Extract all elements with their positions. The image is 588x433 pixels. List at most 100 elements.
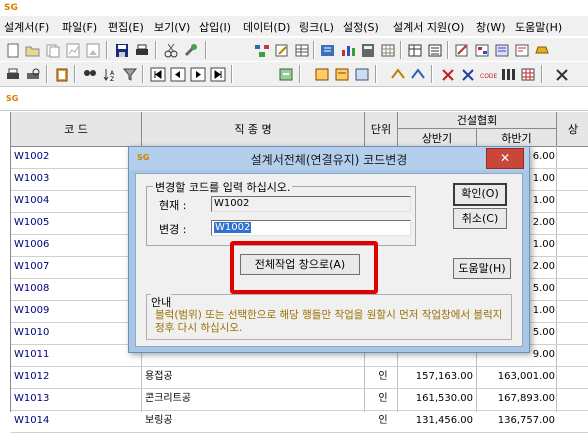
code-cell[interactable]: W1006 (14, 234, 139, 256)
table-icon[interactable] (292, 41, 312, 60)
tools-icon[interactable] (181, 41, 201, 60)
preview-icon[interactable] (23, 65, 43, 84)
printer-icon[interactable] (3, 65, 23, 84)
menu-insert[interactable]: 삽입(I) (199, 19, 231, 35)
second-half-cell[interactable]: 136,757.00 (485, 410, 555, 432)
menu-data[interactable]: 데이터(D) (243, 19, 290, 35)
color-sheet-icon[interactable] (472, 41, 492, 60)
col-header-first-half[interactable]: 상반기 (398, 128, 477, 146)
new-icon[interactable] (3, 41, 23, 60)
table-row[interactable]: W1013 콘크리트공 인 161,530.00 167,893.00 (11, 388, 588, 411)
col-header-extra[interactable]: 상 (557, 112, 588, 146)
code-cell[interactable]: W1005 (14, 212, 139, 234)
code-cell[interactable]: W1013 (14, 388, 139, 410)
dialog-body: 변경할 코드를 입력 하십시오. 현재 : W1002 변경 : W1002 확… (135, 173, 523, 347)
code-cell[interactable]: W1010 (14, 322, 139, 344)
form-icon[interactable] (512, 41, 532, 60)
unit-cell[interactable]: 인 (368, 366, 398, 388)
second-half-cell[interactable]: 167,893.00 (485, 388, 555, 410)
app-logo: SG (4, 3, 18, 13)
menu-help[interactable]: 도움말(H) (515, 19, 562, 35)
report-icon[interactable] (312, 65, 332, 84)
sort-icon[interactable]: AZ (100, 65, 120, 84)
filter-icon[interactable] (120, 65, 140, 84)
first-half-cell[interactable]: 131,456.00 (403, 410, 473, 432)
menu-file[interactable]: 파일(F) (62, 19, 97, 35)
hat-icon[interactable] (532, 41, 552, 60)
code-icon[interactable]: CODE (478, 65, 498, 84)
menu-window[interactable]: 창(W) (476, 19, 506, 35)
dialog-title-bar[interactable]: SG 설계서전체(연결유지) 코드변경 ✕ (129, 147, 529, 170)
link-icon[interactable] (388, 65, 408, 84)
import-icon[interactable] (276, 65, 296, 84)
tool-cross-icon[interactable] (552, 65, 572, 84)
second-half-cell[interactable]: 163,001.00 (485, 366, 555, 388)
code-cell[interactable]: W1012 (14, 366, 139, 388)
code-cell[interactable]: W1011 (14, 344, 139, 366)
chart-doc-icon[interactable] (63, 41, 83, 60)
matrix-icon[interactable] (518, 65, 538, 84)
close-button[interactable]: ✕ (486, 148, 524, 169)
menu-design-support[interactable]: 설계서 지원(O) (393, 19, 464, 35)
data-icon[interactable] (492, 41, 512, 60)
chart-icon[interactable] (338, 41, 358, 60)
edit-sheet-icon[interactable] (272, 41, 292, 60)
code-cell[interactable]: W1002 (14, 146, 139, 168)
calc-icon[interactable] (358, 41, 378, 60)
next-icon[interactable] (188, 65, 208, 84)
sheet-icon[interactable] (405, 41, 425, 60)
menu-design[interactable]: 설계서(F) (4, 19, 49, 35)
unit-cell[interactable]: 인 (368, 388, 398, 410)
new-code-input[interactable]: W1002 (211, 220, 411, 236)
code-cell[interactable]: W1009 (14, 300, 139, 322)
find-icon[interactable] (80, 65, 100, 84)
cut-icon[interactable] (161, 41, 181, 60)
menu-settings[interactable]: 설정(S) (343, 19, 379, 35)
unit-cell[interactable]: 인 (368, 410, 398, 432)
code-cell[interactable]: W1004 (14, 190, 139, 212)
table-row[interactable]: W1014 보링공 인 131,456.00 136,757.00 (11, 410, 588, 433)
print-icon[interactable] (132, 41, 152, 60)
name-cell[interactable]: 보링공 (145, 410, 365, 432)
code-cell[interactable]: W1008 (14, 278, 139, 300)
col-header-name[interactable]: 직 종 명 (142, 112, 365, 146)
first-half-cell[interactable]: 161,530.00 (403, 388, 473, 410)
delete-x-icon[interactable] (458, 65, 478, 84)
save-icon[interactable] (112, 41, 132, 60)
menu-link[interactable]: 링크(L) (299, 19, 334, 35)
copy-doc-icon[interactable] (43, 41, 63, 60)
code-cell[interactable]: W1007 (14, 256, 139, 278)
link2-icon[interactable] (408, 65, 428, 84)
image-doc-icon[interactable] (83, 41, 103, 60)
sheet-list-icon[interactable] (425, 41, 445, 60)
grid-icon[interactable] (378, 41, 398, 60)
columns-icon[interactable] (498, 65, 518, 84)
edit-icon[interactable] (452, 41, 472, 60)
price-icon[interactable] (318, 41, 338, 60)
code-cell[interactable]: W1003 (14, 168, 139, 190)
code-cell[interactable]: W1014 (14, 410, 139, 432)
table-row[interactable]: W1012 용접공 인 157,163.00 163,001.00 (11, 366, 588, 389)
col-header-second-half[interactable]: 하반기 (477, 128, 557, 146)
col-header-code[interactable]: 코 드 (11, 112, 142, 146)
name-cell[interactable]: 콘크리트공 (145, 388, 365, 410)
last-icon[interactable] (208, 65, 228, 84)
report3-icon[interactable] (352, 65, 372, 84)
help-button[interactable]: 도움말(H) (453, 258, 511, 279)
org-icon[interactable] (252, 41, 272, 60)
menu-edit[interactable]: 편집(E) (108, 19, 144, 35)
clipboard-icon[interactable] (52, 65, 72, 84)
open-icon[interactable] (23, 41, 43, 60)
delete-icon[interactable] (438, 65, 458, 84)
cancel-button[interactable]: 취소(C) (453, 208, 507, 229)
app-title-bar: SG (0, 0, 588, 16)
first-half-cell[interactable]: 157,163.00 (403, 366, 473, 388)
first-icon[interactable] (148, 65, 168, 84)
ok-button[interactable]: 확인(O) (453, 183, 507, 206)
name-cell[interactable]: 용접공 (145, 366, 365, 388)
report2-icon[interactable] (332, 65, 352, 84)
menu-view[interactable]: 보기(V) (154, 19, 190, 35)
highlight-box (230, 241, 378, 294)
prev-icon[interactable] (168, 65, 188, 84)
col-header-unit[interactable]: 단위 (365, 112, 398, 146)
